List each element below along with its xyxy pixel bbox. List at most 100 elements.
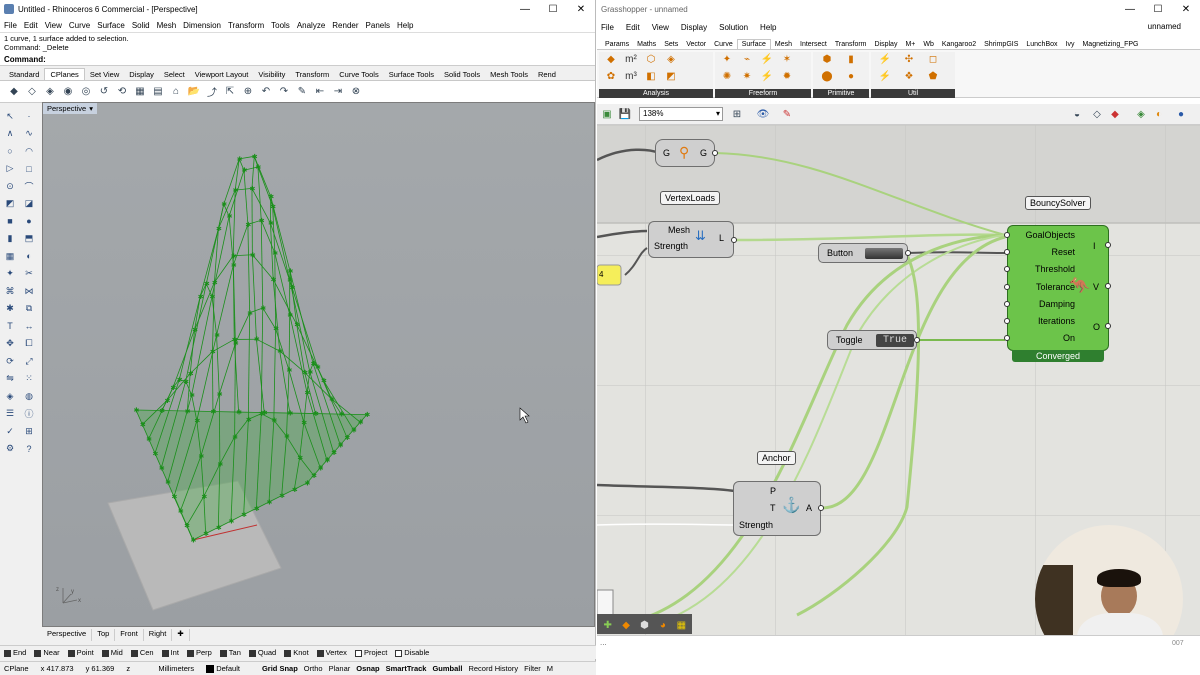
preview-mesh-icon[interactable]: ◇ [1089, 106, 1105, 122]
select-arrow-icon[interactable]: ↖ [2, 108, 18, 124]
gh-tab-display[interactable]: Display [871, 40, 902, 49]
menu-mesh[interactable]: Mesh [157, 21, 177, 30]
gh-tab-m[interactable]: M+ [901, 40, 919, 49]
port-toggle-out[interactable] [914, 337, 920, 343]
extrude-icon[interactable]: ⬒ [21, 231, 37, 247]
ribbon-icon-15[interactable]: ⚡ [757, 71, 777, 88]
status-toggle-planar[interactable]: Planar [329, 664, 351, 673]
check-icon[interactable]: ✓ [2, 423, 18, 439]
text-icon[interactable]: T [2, 318, 18, 334]
cplane-view-icon[interactable]: ⇱ [222, 84, 238, 100]
perspective-viewport[interactable]: Perspective ▾ ✱ ✱ ✱ ✱ ✱ ✱ ✱ ✱ ✱ ✱ ✱ ✱ ✱ ✱ ✱ ✱ ✱ ✱ ✱ ✱ ✱ ✱ ✱ ✱ ✱ ✱… [42, 102, 595, 627]
sketch-pen-icon[interactable]: ✎ [779, 106, 795, 122]
toolbar-tab-transform[interactable]: Transform [290, 69, 334, 80]
save-file-icon[interactable]: 💾 [617, 106, 633, 122]
osnap-near[interactable]: Near [34, 648, 60, 657]
maximize-icon[interactable]: ☐ [539, 0, 567, 18]
osnap-checkbox-perp[interactable] [186, 649, 194, 657]
ribbon-icon-23[interactable]: ◻ [921, 54, 945, 71]
mirror-icon[interactable]: ⇋ [2, 371, 18, 387]
gh-menu-edit[interactable]: Edit [626, 23, 640, 32]
gh-tab-vector[interactable]: Vector [682, 40, 710, 49]
point-icon[interactable]: · [21, 108, 37, 124]
toolbar-tab-mesh-tools[interactable]: Mesh Tools [485, 69, 533, 80]
menu-transform[interactable]: Transform [228, 21, 264, 30]
cplane-origin-icon[interactable]: ◉ [60, 84, 76, 100]
bouncysolver-component[interactable]: GoalObjects Reset Threshold Tolerance Dampin… [1004, 225, 1109, 351]
menu-edit[interactable]: Edit [24, 21, 38, 30]
toggle-value[interactable]: True [876, 334, 914, 347]
ribbon-icon-24[interactable]: ⚡ [873, 71, 897, 88]
command-prompt[interactable]: Command: [0, 54, 595, 66]
widget-cube-icon[interactable]: ◆ [618, 617, 633, 633]
rotate-icon[interactable]: ⟳ [2, 353, 18, 369]
join-icon[interactable]: ⋈ [21, 283, 37, 299]
render-icon[interactable]: ◍ [21, 388, 37, 404]
display-wire-icon[interactable]: ◈ [1133, 106, 1149, 122]
osnap-project[interactable]: Project [354, 648, 387, 657]
gh-menu-display[interactable]: Display [681, 23, 707, 32]
copy-icon[interactable]: ⧠ [21, 336, 37, 352]
osnap-checkbox-point[interactable] [67, 649, 75, 657]
gh-maximize-icon[interactable]: ☐ [1144, 0, 1172, 18]
ribbon-icon-9[interactable]: ✦ [717, 54, 737, 71]
cplane-next-icon[interactable]: ⇥ [330, 84, 346, 100]
viewport-tab-right[interactable]: Right [144, 629, 173, 641]
dimension-icon[interactable]: ↔ [21, 318, 37, 334]
preview-selected-icon[interactable]: ◆ [1107, 106, 1123, 122]
ribbon-icon-26[interactable]: ⬟ [921, 71, 945, 88]
ribbon-icon-2[interactable]: m² [621, 54, 641, 71]
port-solver-input-reset[interactable] [1004, 249, 1010, 256]
ribbon-icon-12[interactable]: ✶ [777, 54, 797, 71]
open-file-icon[interactable]: ▣ [599, 106, 615, 122]
polyline-icon[interactable]: ∧ [2, 126, 18, 142]
port-solver-input-iterations[interactable] [1004, 318, 1010, 324]
options-icon[interactable]: ⚙ [2, 441, 18, 457]
move-icon[interactable]: ✥ [2, 336, 18, 352]
gh-doc-name[interactable]: unnamed [1148, 22, 1181, 31]
ribbon-icon-14[interactable]: ✷ [737, 71, 757, 88]
osnap-checkbox-disable[interactable] [395, 649, 403, 657]
gh-tab-sets[interactable]: Sets [660, 40, 682, 49]
osnap-checkbox-quad[interactable] [248, 649, 256, 657]
layer-icon[interactable]: ☰ [2, 406, 18, 422]
cplane-previous-icon[interactable]: ⇤ [312, 84, 328, 100]
port-vertexloads-out[interactable] [731, 237, 737, 243]
port-button-out[interactable] [905, 250, 911, 256]
menu-tools[interactable]: Tools [271, 21, 290, 30]
cplane-rotate-icon[interactable]: ↺ [96, 84, 112, 100]
circle-icon[interactable]: ○ [2, 143, 18, 159]
port-solver-input-threshold[interactable] [1004, 266, 1010, 273]
status-toggle-filter[interactable]: Filter [524, 664, 541, 673]
gh-menu-help[interactable]: Help [760, 23, 776, 32]
button-component[interactable]: Button [818, 243, 908, 263]
osnap-vertex[interactable]: Vertex [316, 648, 347, 657]
status-units[interactable]: Millimeters [158, 664, 194, 673]
toolbar-tab-curve-tools[interactable]: Curve Tools [334, 69, 383, 80]
gh-tab-magnetizing-fpg[interactable]: Magnetizing_FPG [1078, 40, 1142, 49]
osnap-cen[interactable]: Cen [130, 648, 154, 657]
rectangle-icon[interactable]: □ [21, 161, 37, 177]
menu-curve[interactable]: Curve [69, 21, 90, 30]
osnap-tan[interactable]: Tan [219, 648, 241, 657]
osnap-int[interactable]: Int [161, 648, 179, 657]
ribbon-icon-20[interactable]: ● [839, 71, 863, 88]
display-globe-icon[interactable]: ● [1173, 106, 1189, 122]
gh-minimize-icon[interactable]: — [1116, 0, 1144, 18]
analyze-icon[interactable]: ◈ [2, 388, 18, 404]
cplane-world-icon[interactable]: ⊕ [240, 84, 256, 100]
ribbon-icon-1[interactable]: ◆ [601, 54, 621, 71]
gh-menu-solution[interactable]: Solution [719, 23, 748, 32]
menu-view[interactable]: View [45, 21, 62, 30]
ribbon-icon-5[interactable]: ✿ [601, 71, 621, 88]
osnap-point[interactable]: Point [67, 648, 94, 657]
toolbar-tab-set-view[interactable]: Set View [85, 69, 124, 80]
gh-tab-ivy[interactable]: Ivy [1062, 40, 1079, 49]
polygon-icon[interactable]: ▷ [2, 161, 18, 177]
box-icon[interactable]: ■ [2, 213, 18, 229]
gh-tab-transform[interactable]: Transform [831, 40, 871, 49]
add-viewport-icon[interactable]: ✚ [172, 629, 190, 641]
ribbon-icon-25[interactable]: ❖ [897, 71, 921, 88]
vertexloads-component[interactable]: Mesh Strength ⇊ L [648, 221, 734, 258]
arc-icon[interactable]: ◠ [21, 143, 37, 159]
